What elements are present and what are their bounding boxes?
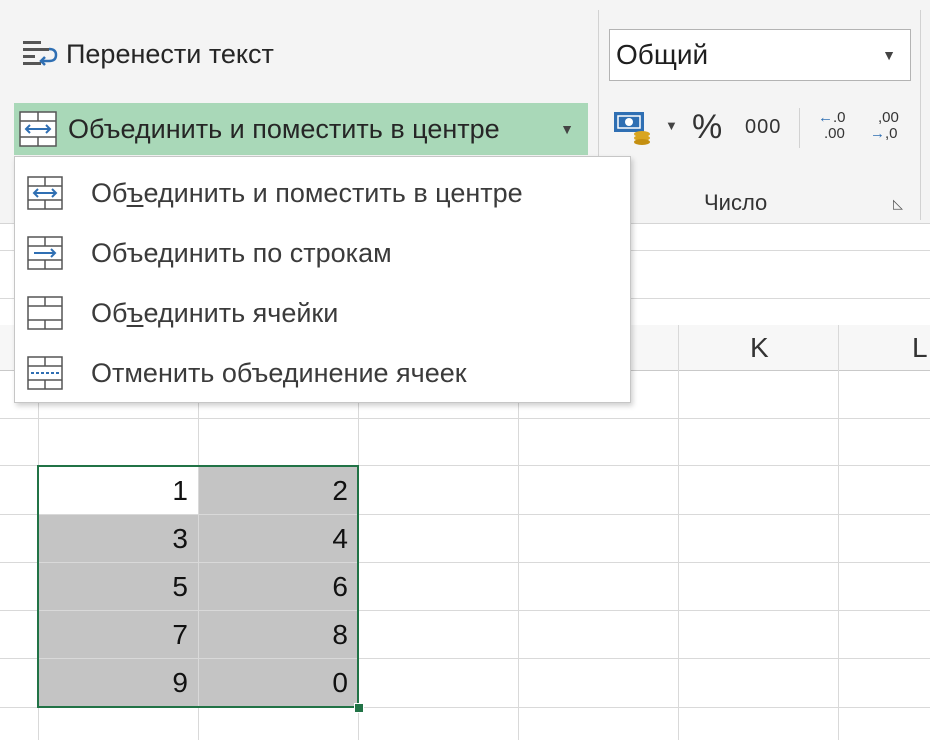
chevron-down-icon[interactable]: ▼: [560, 121, 574, 137]
menu-item-unmerge-cells[interactable]: Отменить объединение ячеек: [15, 343, 630, 403]
menu-item-label: Отменить объединение ячеек: [91, 357, 467, 388]
menu-item-merge-center[interactable]: Объединить и поместить в центре: [15, 163, 630, 223]
decrease-decimal-button[interactable]: ,00 → ,0: [870, 110, 899, 142]
merge-center-icon: [19, 111, 57, 147]
menu-item-label: Объединить по строкам: [91, 237, 392, 268]
menu-item-label: Объединить ячейки: [91, 297, 339, 328]
merge-center-icon: [27, 176, 63, 210]
number-format-value: Общий: [616, 39, 709, 70]
merge-cells-icon: [27, 296, 63, 330]
increase-decimal-button[interactable]: ← .0 .00: [818, 110, 846, 142]
merge-across-icon: [27, 236, 63, 270]
icon-separator: [799, 108, 800, 148]
chevron-down-icon[interactable]: ▼: [882, 47, 896, 63]
chevron-down-icon[interactable]: ▼: [665, 118, 678, 133]
fill-handle[interactable]: [354, 703, 364, 713]
arrow-right-icon: →: [870, 125, 885, 142]
dialog-launcher-icon[interactable]: ◺: [893, 196, 903, 212]
menu-item-label: Объединить и поместить в центре: [91, 177, 523, 208]
number-group-label: Число: [704, 190, 768, 215]
number-format-select[interactable]: Общий ▼: [609, 29, 911, 81]
merge-center-label: Объединить и поместить в центре: [68, 113, 500, 144]
grid-line: [678, 325, 679, 740]
grid-line: [0, 418, 930, 419]
comma-style-button[interactable]: 000: [745, 116, 781, 139]
grid-line: [838, 325, 839, 740]
merge-center-button[interactable]: Объединить и поместить в центре ▼: [14, 103, 588, 155]
group-separator: [920, 10, 921, 220]
selection-border: [37, 465, 359, 708]
percent-style-button[interactable]: %: [692, 108, 722, 147]
column-header-k[interactable]: K: [750, 332, 769, 364]
merge-dropdown-menu: Объединить и поместить в центре Объедини…: [14, 156, 631, 403]
menu-item-merge-across[interactable]: Объединить по строкам: [15, 223, 630, 283]
wrap-text-icon: [23, 41, 58, 66]
column-header-l[interactable]: L: [912, 332, 928, 364]
accounting-format-button[interactable]: [612, 108, 656, 153]
arrow-left-icon: ←: [818, 109, 833, 126]
unmerge-cells-icon: [27, 356, 63, 390]
wrap-text-label: Перенести текст: [66, 38, 274, 69]
menu-item-merge-cells[interactable]: Объединить ячейки: [15, 283, 630, 343]
wrap-text-button[interactable]: Перенести текст: [14, 32, 280, 76]
currency-icon: [614, 112, 650, 145]
